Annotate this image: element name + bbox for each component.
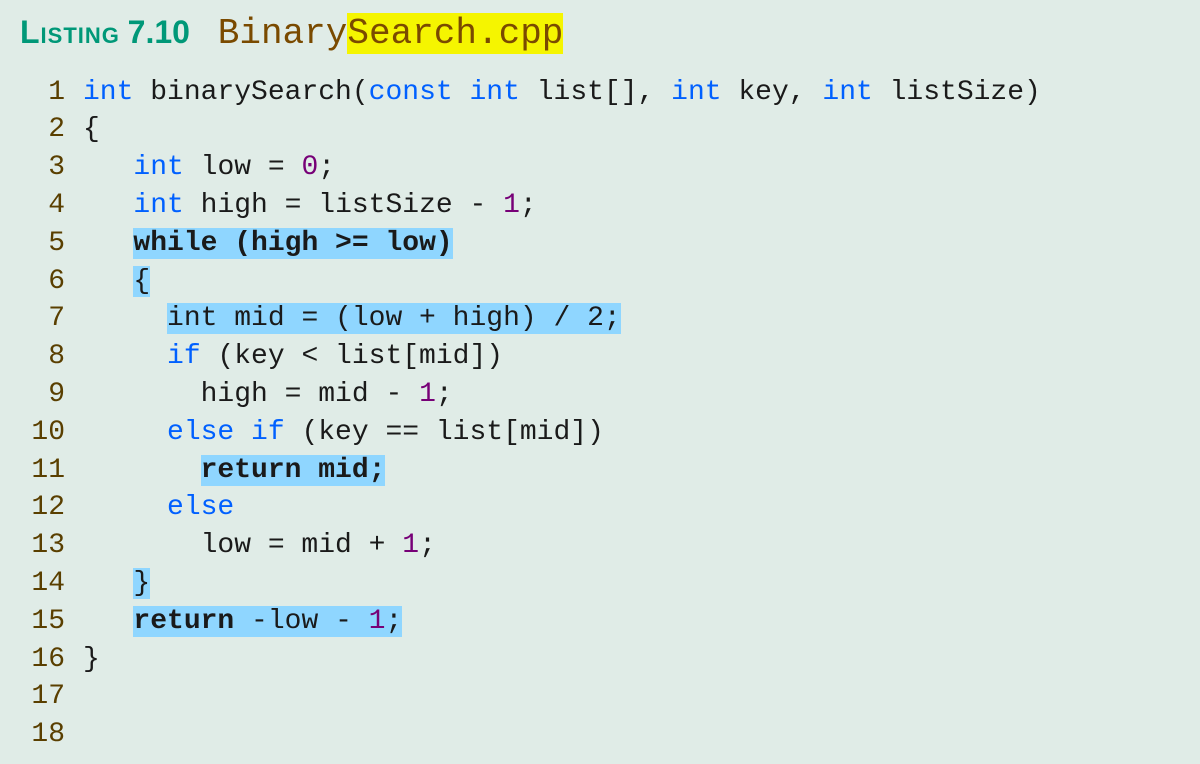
code-line: while (high >= low) [83,225,1041,263]
code-line: high = mid - 1; [83,376,1041,414]
code-line: return mid; [83,452,1041,490]
code-line: } [83,565,1041,603]
code-line: int binarySearch(const int list[], int k… [83,74,1041,112]
code-line: return -low - 1; [83,603,1041,641]
listing-header: Listing 7.10 BinarySearch.cpp [20,10,1180,59]
line-number-gutter: 123456789101112131415161718 [20,74,83,754]
code-content: int binarySearch(const int list[], int k… [83,74,1041,754]
listing-number: 7.10 [128,14,190,50]
code-line: int low = 0; [83,149,1041,187]
listing-label: Listing [20,14,120,50]
code-line: int mid = (low + high) / 2; [83,300,1041,338]
code-line: low = mid + 1; [83,527,1041,565]
code-line: if (key < list[mid]) [83,338,1041,376]
listing-filename: BinarySearch.cpp [218,13,564,54]
code-line: { [83,263,1041,301]
code-line: else [83,489,1041,527]
code-block: 123456789101112131415161718 int binarySe… [20,74,1180,754]
code-line: { [83,111,1041,149]
code-line: else if (key == list[mid]) [83,414,1041,452]
code-line: } [83,641,1041,679]
code-line: int high = listSize - 1; [83,187,1041,225]
